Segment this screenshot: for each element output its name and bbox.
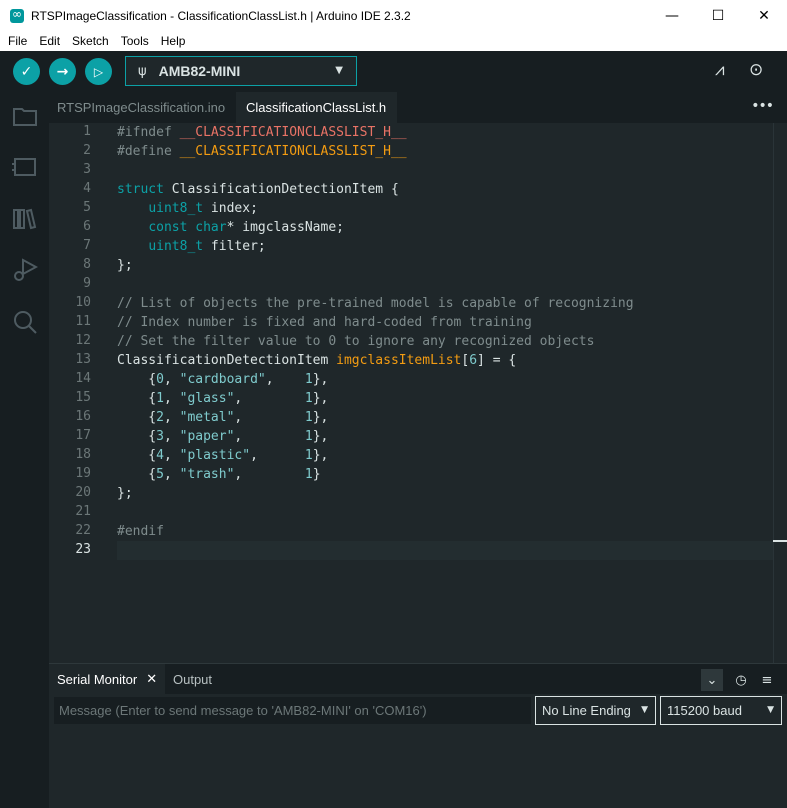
line-number: 4 (83, 181, 91, 196)
toolbar: ✓ → ▷ ψ AMB82-MINI ▼ ⩘ ⊙ (0, 51, 787, 92)
code-line: struct ClassificationDetectionItem { (117, 182, 399, 197)
code-line: }; (117, 486, 133, 501)
code-line: {5, "trash", 1} (117, 467, 321, 482)
board-selector[interactable]: ψ AMB82-MINI ▼ (125, 56, 357, 86)
close-button[interactable]: ✕ (741, 0, 787, 31)
line-ending-select[interactable]: No Line Ending ▼ (535, 696, 656, 725)
line-number: 22 (75, 523, 91, 538)
baud-rate-select[interactable]: 115200 baud ▼ (660, 696, 782, 725)
line-number: 19 (75, 466, 91, 481)
library-icon[interactable] (11, 205, 39, 233)
more-icon[interactable]: ••• (751, 98, 774, 114)
code-line: {0, "cardboard", 1}, (117, 372, 329, 387)
line-number: 18 (75, 447, 91, 462)
debug-play-icon: ▷ (93, 64, 104, 79)
tab-output[interactable]: Output (173, 664, 212, 694)
code-line: #define __CLASSIFICATIONCLASSLIST_H__ (117, 144, 407, 159)
line-number: 15 (75, 390, 91, 405)
code-line: // Index number is fixed and hard-coded … (117, 315, 532, 330)
menu-sketch[interactable]: Sketch (68, 34, 113, 48)
line-number: 6 (83, 219, 91, 234)
code-line: uint8_t index; (148, 201, 258, 216)
chevron-down-icon: ▼ (641, 705, 648, 715)
line-number: 3 (83, 162, 91, 177)
sidebar (0, 92, 49, 808)
line-number: 17 (75, 428, 91, 443)
code-area[interactable]: #ifndef __CLASSIFICATIONCLASSLIST_H__ #d… (117, 123, 773, 663)
line-number: 21 (75, 504, 91, 519)
usb-icon: ψ (138, 63, 147, 79)
window-controls: — ☐ ✕ (649, 0, 787, 31)
code-line: // List of objects the pre-trained model… (117, 296, 634, 311)
line-number-gutter: 1 2 3 4 5 6 7 8 9 10 11 12 13 14 15 16 17 18 19 20 21 22 23 (49, 123, 115, 663)
serial-monitor-icon[interactable]: ⊙ (749, 60, 763, 80)
code-line: {3, "paper", 1}, (117, 429, 329, 444)
timestamp-icon[interactable]: ◷ (730, 669, 752, 691)
code-line: #endif (117, 524, 164, 539)
code-line: const char* imgclassName; (148, 220, 344, 235)
maximize-button[interactable]: ☐ (695, 0, 741, 31)
tab-serial-monitor[interactable]: Serial Monitor ✕ (49, 664, 165, 694)
code-line: }; (117, 258, 133, 273)
menu-help[interactable]: Help (157, 34, 190, 48)
board-manager-icon[interactable] (11, 153, 39, 181)
serial-monitor-tab-label: Serial Monitor (57, 671, 138, 687)
search-icon[interactable] (11, 308, 39, 336)
line-number: 20 (75, 485, 91, 500)
menu-edit[interactable]: Edit (35, 34, 64, 48)
chevron-down-icon: ▼ (767, 705, 774, 715)
arrow-right-icon: → (56, 63, 69, 80)
menu-bar: File Edit Sketch Tools Help (0, 31, 787, 51)
chevron-down-icon: ▼ (335, 65, 343, 76)
minimize-button[interactable]: — (649, 0, 695, 31)
upload-button[interactable]: → (49, 58, 76, 85)
serial-plotter-icon[interactable]: ⩘ (715, 60, 725, 80)
menu-tools[interactable]: Tools (117, 34, 153, 48)
line-number: 5 (83, 200, 91, 215)
code-line: // Set the filter value to 0 to ignore a… (117, 334, 595, 349)
code-line: #ifndef __CLASSIFICATIONCLASSLIST_H__ (117, 125, 407, 140)
line-number: 13 (75, 352, 91, 367)
line-number: 2 (83, 143, 91, 158)
code-line: {4, "plastic", 1}, (117, 448, 329, 463)
scroll-position-marker (773, 540, 787, 542)
window-title: RTSPImageClassification - Classification… (31, 8, 411, 23)
line-number: 12 (75, 333, 91, 348)
editor-scrollbar[interactable] (773, 123, 787, 663)
checkmark-icon: ✓ (20, 63, 33, 80)
board-name: AMB82-MINI (158, 63, 241, 79)
line-number: 11 (75, 314, 91, 329)
code-line: uint8_t filter; (148, 239, 266, 254)
tab-rtspimageclassification-ino[interactable]: RTSPImageClassification.ino (49, 92, 236, 123)
line-number: 16 (75, 409, 91, 424)
clear-output-icon[interactable]: ≡ (756, 669, 778, 691)
bottom-panel: Serial Monitor ✕ Output ⌄ ◷ ≡ No Line En… (49, 663, 787, 808)
line-ending-value: No Line Ending (542, 703, 631, 718)
code-editor[interactable]: 1 2 3 4 5 6 7 8 9 10 11 12 13 14 15 16 17 18 19 20 21 22 23 #i… (49, 123, 787, 663)
arduino-icon (10, 7, 24, 23)
code-line: {1, "glass", 1}, (117, 391, 329, 406)
line-number: 10 (75, 295, 91, 310)
folder-icon[interactable] (11, 102, 39, 130)
editor-tab-bar: RTSPImageClassification.ino Classificati… (49, 92, 787, 123)
line-number: 14 (75, 371, 91, 386)
line-number: 8 (83, 257, 91, 272)
close-icon[interactable]: ✕ (146, 672, 157, 687)
debug-button[interactable]: ▷ (85, 58, 112, 85)
message-input[interactable] (54, 697, 531, 724)
panel-tab-bar: Serial Monitor ✕ Output ⌄ ◷ ≡ (49, 664, 787, 694)
debug-icon[interactable] (11, 256, 39, 284)
baud-rate-value: 115200 baud (667, 703, 742, 718)
menu-file[interactable]: File (4, 34, 31, 48)
autoscroll-icon[interactable]: ⌄ (701, 669, 723, 691)
verify-button[interactable]: ✓ (13, 58, 40, 85)
line-number: 1 (83, 124, 91, 139)
code-line: {2, "metal", 1}, (117, 410, 329, 425)
line-number: 9 (83, 276, 91, 291)
title-bar: RTSPImageClassification - Classification… (0, 0, 787, 31)
tab-classificationclasslist-h[interactable]: ClassificationClassList.h (236, 92, 397, 123)
line-number: 7 (83, 238, 91, 253)
line-number: 23 (75, 542, 91, 557)
code-line: ClassificationDetectionItem imgclassItem… (117, 353, 517, 368)
